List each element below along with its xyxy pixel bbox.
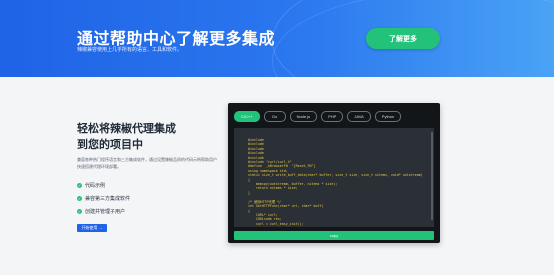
tab-nodejs[interactable]: Node.js — [289, 111, 318, 122]
check-icon: ✓ — [77, 196, 82, 201]
tab-python[interactable]: Python — [374, 111, 402, 122]
feature-label: 兼容第三方集成软件 — [85, 196, 131, 202]
copy-button[interactable]: copy — [234, 231, 434, 240]
section-title: 轻松将辣椒代理集成 到您的项目中 — [77, 121, 207, 153]
learn-more-button[interactable]: 了解更多 — [366, 28, 440, 49]
feature-label: 创建并管理子用户 — [85, 209, 126, 215]
section-description: 兼容各种热门程序语言和三方集成软件，通过设置辣椒品质的代码示例帮助用户快速搭建代… — [77, 157, 217, 169]
check-icon: ✓ — [77, 209, 82, 214]
tab-php[interactable]: PHP — [321, 111, 344, 122]
feature-label: 代码示例 — [85, 183, 106, 189]
tab-java[interactable]: JAVA — [347, 111, 371, 122]
tab-go[interactable]: Go — [263, 111, 286, 122]
code-scrollbar[interactable] — [431, 132, 433, 220]
check-icon: ✓ — [77, 183, 82, 188]
tab-cpp[interactable]: C/C++ — [234, 111, 260, 122]
feature-item: ✓ 创建并管理子用户 — [77, 208, 125, 215]
code-block[interactable]: #include #include #include #include #inc… — [234, 128, 434, 227]
code-text: #include #include #include #include #inc… — [248, 138, 423, 226]
feature-item: ✓ 代码示例 — [77, 182, 105, 189]
language-tabs: C/C++ Go Node.js PHP JAVA Python — [234, 111, 402, 122]
hero-banner: 通过帮助中心了解更多集成 辣椒兼容使用上几乎所有的语言、工具和软件。 了解更多 — [0, 0, 554, 77]
section-title-line2: 到您的项目中 — [77, 139, 143, 151]
code-panel: C/C++ Go Node.js PHP JAVA Python #includ… — [228, 103, 440, 243]
start-using-button[interactable]: 开始使用 → — [77, 224, 107, 232]
feature-item: ✓ 兼容第三方集成软件 — [77, 195, 130, 202]
hero-subtitle: 辣椒兼容使用上几乎所有的语言、工具和软件。 — [77, 47, 183, 53]
section-title-line1: 轻松将辣椒代理集成 — [77, 123, 176, 135]
